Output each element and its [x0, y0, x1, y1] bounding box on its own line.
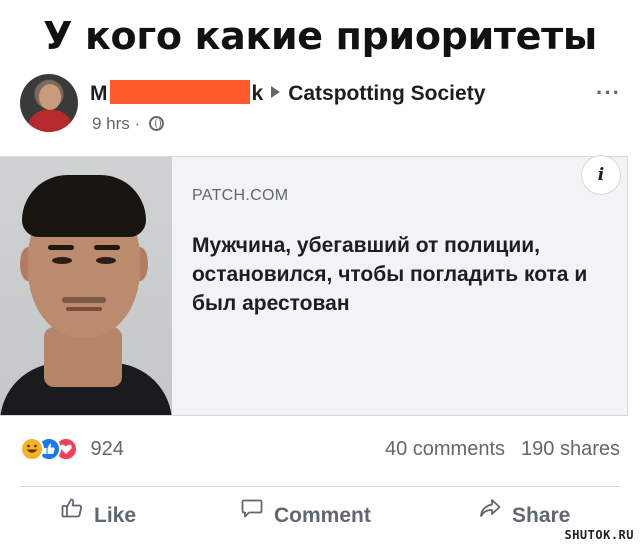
- comment-bubble-icon: [240, 496, 264, 532]
- arrow-right-icon: [271, 86, 281, 98]
- author-line: Mk Catspotting Society: [90, 80, 485, 106]
- author-name-start[interactable]: M: [90, 82, 108, 105]
- group-name-link[interactable]: Catspotting Society: [288, 82, 485, 105]
- reaction-count[interactable]: 924: [90, 438, 123, 461]
- link-source: PATCH.COM: [192, 187, 289, 204]
- actions-divider: [20, 486, 620, 487]
- link-preview-image: [0, 157, 172, 415]
- share-button-label: Share: [512, 504, 571, 527]
- link-headline[interactable]: Мужчина, убегавший от полиции, остановил…: [192, 231, 612, 318]
- post-stats: 40 comments 190 shares: [385, 438, 620, 461]
- globe-icon: [148, 116, 164, 132]
- like-button[interactable]: Like: [60, 498, 136, 534]
- author-name-end[interactable]: k: [252, 82, 264, 105]
- post-timestamp[interactable]: 9 hrs: [92, 114, 130, 133]
- more-options-icon[interactable]: ···: [596, 80, 621, 106]
- photo-brow-right: [94, 245, 120, 250]
- avatar[interactable]: [20, 74, 78, 132]
- post-meta: 9 hrs ·: [92, 114, 164, 134]
- info-icon[interactable]: i: [581, 155, 621, 195]
- shares-count-link[interactable]: 190 shares: [521, 438, 620, 460]
- comments-count-link[interactable]: 40 comments: [385, 438, 505, 460]
- photo-mustache: [62, 297, 106, 303]
- haha-reaction-icon: [20, 437, 44, 461]
- post-header: Mk Catspotting Society 9 hrs · ···: [20, 74, 625, 136]
- share-button[interactable]: Share: [478, 498, 570, 534]
- photo-eye-right: [96, 257, 116, 264]
- comment-button[interactable]: Comment: [240, 498, 371, 534]
- avatar-face: [39, 84, 61, 110]
- photo-eye-left: [52, 257, 72, 264]
- thumbs-up-icon: [60, 496, 84, 532]
- share-arrow-icon: [478, 496, 502, 532]
- site-watermark: SHUTOK.RU: [564, 528, 634, 542]
- meta-separator: ·: [134, 114, 141, 133]
- post-action-bar: Like Comment Share: [20, 498, 620, 534]
- comment-button-label: Comment: [274, 504, 371, 527]
- reactions-summary[interactable]: 924: [20, 437, 124, 465]
- meme-title: У кого какие приоритеты: [43, 14, 597, 58]
- link-preview-card[interactable]: PATCH.COM Мужчина, убегавший от полиции,…: [0, 155, 628, 416]
- like-button-label: Like: [94, 504, 137, 527]
- photo-mouth: [66, 307, 102, 311]
- photo-hair: [22, 175, 146, 237]
- photo-brow-left: [48, 245, 74, 250]
- avatar-shirt: [28, 110, 72, 132]
- redaction-mark: [109, 80, 250, 105]
